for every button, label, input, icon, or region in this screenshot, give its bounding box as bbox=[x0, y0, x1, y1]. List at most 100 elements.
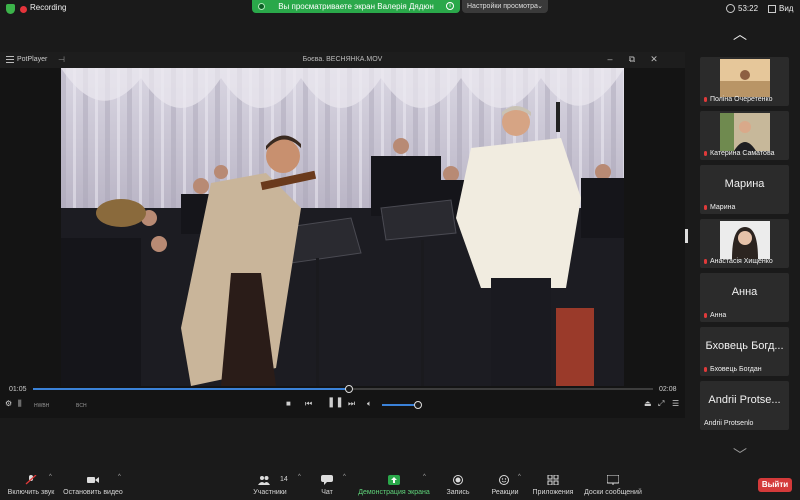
seek-bar-fill bbox=[33, 388, 350, 390]
screen-share-banner-text: Вы просматриваете экран Валерія Дядюн bbox=[278, 2, 434, 11]
stop-icon[interactable]: ■ bbox=[286, 399, 291, 408]
view-options-label: Настройки просмотра bbox=[467, 3, 538, 10]
view-options-button[interactable]: Настройки просмотра ⌄ bbox=[462, 0, 548, 13]
muted-mic-icon bbox=[704, 151, 707, 156]
reactions-label: Реакции bbox=[491, 489, 519, 496]
participants-button[interactable]: 14 Участники bbox=[250, 470, 290, 500]
participant-tile[interactable]: Andrii Protse... Andrii Protsenlo bbox=[700, 381, 789, 430]
muted-mic-icon bbox=[704, 367, 707, 372]
grid-view-icon[interactable] bbox=[768, 5, 776, 13]
record-label: Запись bbox=[446, 489, 470, 496]
share-screen-label: Демонстрация экрана bbox=[358, 489, 430, 496]
participant-name: Поліна Очеретенко bbox=[710, 96, 773, 103]
recording-label: Recording bbox=[30, 3, 67, 12]
minimize-icon[interactable]: – bbox=[603, 54, 617, 66]
unmute-label: Включить звук bbox=[7, 489, 55, 496]
participant-tile[interactable]: Анна Анна bbox=[700, 273, 789, 322]
participant-name: Марина bbox=[710, 204, 736, 211]
whiteboards-label: Доски сообщений bbox=[584, 489, 642, 496]
volume-fill bbox=[382, 404, 419, 406]
video-options-caret-icon[interactable]: ^ bbox=[118, 474, 121, 480]
apps-button[interactable]: Приложения bbox=[530, 470, 576, 500]
seek-handle[interactable] bbox=[345, 385, 354, 393]
share-resize-handle[interactable] bbox=[685, 229, 688, 243]
previous-icon[interactable]: ⏮ bbox=[305, 399, 312, 409]
chat-button[interactable]: Чат bbox=[312, 470, 342, 500]
apps-label: Приложения bbox=[532, 489, 574, 496]
stop-video-label: Остановить видео bbox=[63, 489, 123, 496]
reactions-options-caret-icon[interactable]: ^ bbox=[518, 474, 521, 480]
settings-gear-icon[interactable]: ⚙ bbox=[5, 399, 12, 408]
participant-photo bbox=[719, 221, 770, 259]
record-button[interactable]: Запись bbox=[440, 470, 476, 500]
participant-photo bbox=[719, 59, 770, 97]
eject-icon[interactable]: ⏏ bbox=[644, 399, 652, 408]
muted-mic-icon bbox=[704, 259, 707, 264]
video-frame[interactable] bbox=[61, 68, 624, 386]
muted-mic-icon bbox=[704, 205, 707, 210]
participant-name: Анна bbox=[710, 312, 727, 319]
total-time: 02:08 bbox=[659, 386, 677, 393]
info-icon[interactable]: i bbox=[446, 2, 454, 10]
equalizer-icon[interactable]: ⫼ bbox=[18, 399, 22, 409]
playlist-icon[interactable]: ☰ bbox=[672, 399, 679, 408]
muted-mic-icon bbox=[704, 97, 707, 102]
volume-icon[interactable]: 🔈︎ bbox=[367, 399, 372, 409]
chat-bubble-icon bbox=[321, 475, 333, 485]
audio-options-caret-icon[interactable]: ^ bbox=[49, 474, 52, 480]
share-options-caret-icon[interactable]: ^ bbox=[423, 474, 426, 480]
meeting-top-bar: Recording Вы просматриваете экран Валері… bbox=[0, 0, 800, 18]
restore-icon[interactable]: ⧉ bbox=[625, 54, 639, 66]
smiley-plus-icon bbox=[499, 475, 509, 485]
participant-name: Andrii Protsenlo bbox=[704, 420, 754, 427]
participant-big-name: Бховець Богд... bbox=[705, 340, 784, 352]
whiteboard-icon bbox=[607, 475, 619, 485]
participant-big-name: Анна bbox=[731, 286, 758, 298]
participants-options-caret-icon[interactable]: ^ bbox=[298, 474, 301, 480]
participant-name: Бховець Богдан bbox=[710, 366, 762, 373]
viewing-icon bbox=[258, 3, 265, 10]
chat-label: Чат bbox=[321, 489, 333, 496]
screen-share-banner: Вы просматриваете экран Валерія Дядюн i bbox=[252, 0, 460, 13]
participant-name: Анастасія Хищенко bbox=[710, 258, 773, 265]
whiteboards-button[interactable]: Доски сообщений bbox=[580, 470, 646, 500]
seek-bar[interactable] bbox=[33, 385, 653, 393]
participant-tile[interactable]: Поліна Очеретенко bbox=[700, 57, 789, 106]
participant-big-name: Andrii Protse... bbox=[708, 394, 781, 406]
apps-icon bbox=[547, 475, 559, 485]
potplayer-window: PotPlayer ⊣ Боєва. ВЕСНЯНКА.MOV – ⧉ ✕ 01… bbox=[0, 52, 685, 418]
participants-label: Участники bbox=[253, 489, 287, 496]
volume-slider[interactable] bbox=[382, 401, 423, 409]
video-camera-icon bbox=[87, 477, 99, 483]
participant-tile[interactable]: Бховець Богд... Бховець Богдан bbox=[700, 327, 789, 376]
participant-photo bbox=[719, 113, 770, 151]
participants-count: 14 bbox=[280, 476, 288, 483]
meeting-timer: 53:22 bbox=[738, 4, 759, 13]
next-icon[interactable]: ⏭ bbox=[348, 399, 355, 409]
fullscreen-icon[interactable]: ⤢ bbox=[658, 399, 664, 409]
view-button-label[interactable]: Вид bbox=[779, 4, 793, 13]
ch-badge[interactable]: BCH bbox=[76, 403, 87, 409]
chevron-down-icon: ⌄ bbox=[537, 3, 543, 10]
security-shield-icon[interactable] bbox=[6, 4, 15, 14]
elapsed-time: 01:05 bbox=[9, 386, 27, 393]
close-icon[interactable]: ✕ bbox=[647, 54, 661, 66]
muted-microphone-icon bbox=[25, 475, 37, 485]
participant-tile[interactable]: Марина Марина bbox=[700, 165, 789, 214]
concert-video-image bbox=[61, 68, 624, 386]
recording-dot-icon bbox=[20, 6, 27, 13]
record-icon bbox=[453, 475, 463, 485]
leave-button[interactable]: Выйти bbox=[758, 478, 792, 492]
participant-tile[interactable]: Катерина Саматова bbox=[700, 111, 789, 160]
gallery-scroll-down-icon[interactable]: ﹀ bbox=[733, 445, 747, 465]
hw-badge[interactable]: HWBH bbox=[34, 403, 49, 409]
muted-mic-icon bbox=[704, 313, 707, 318]
pause-icon[interactable]: ❚❚ bbox=[327, 397, 344, 408]
gallery-scroll-up-icon[interactable]: ︿ bbox=[733, 24, 747, 44]
chat-options-caret-icon[interactable]: ^ bbox=[343, 474, 346, 480]
participant-tile[interactable]: Анастасія Хищенко bbox=[700, 219, 789, 268]
volume-handle[interactable] bbox=[414, 401, 423, 409]
potplayer-title-bar[interactable]: PotPlayer ⊣ Боєва. ВЕСНЯНКА.MOV – ⧉ ✕ bbox=[0, 52, 685, 68]
stop-video-button[interactable]: Остановить видео bbox=[60, 470, 126, 500]
participant-big-name: Марина bbox=[724, 178, 765, 190]
